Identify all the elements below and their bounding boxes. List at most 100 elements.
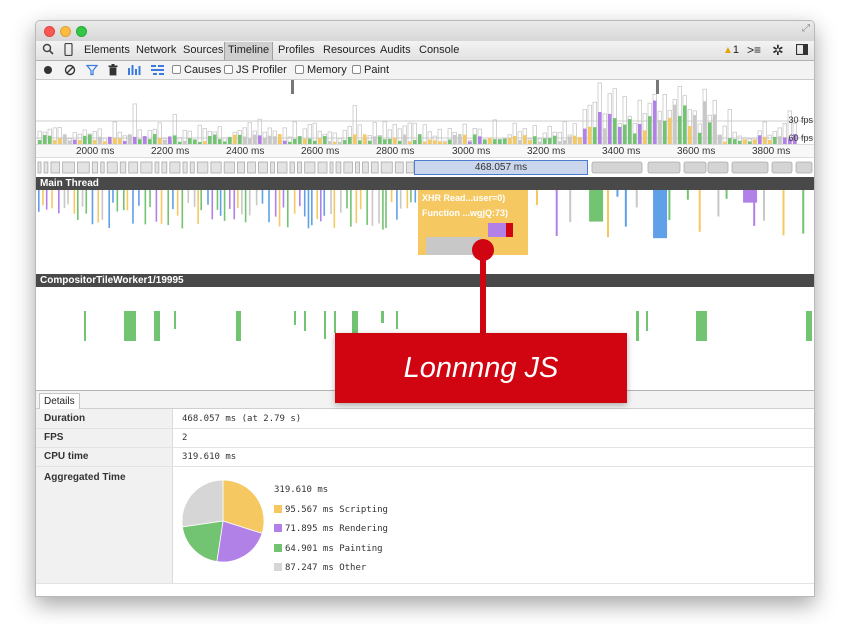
tab-timeline[interactable]: Timeline <box>224 42 274 60</box>
warning-indicator[interactable]: ▲1 <box>723 44 739 56</box>
zoom-window-button[interactable] <box>76 26 87 37</box>
main-thread-event <box>77 190 79 220</box>
main-thread-event <box>414 190 417 203</box>
worker-thread-event <box>294 311 296 325</box>
tab-audits[interactable]: Audits <box>380 44 411 56</box>
clear-icon[interactable] <box>64 64 76 79</box>
frame-box <box>297 161 303 174</box>
worker-thread-event <box>704 311 707 341</box>
main-thread-event <box>355 190 358 224</box>
frame-box <box>317 161 328 174</box>
frame-box <box>405 161 415 174</box>
tab-elements[interactable]: Elements <box>84 44 130 56</box>
main-thread-event <box>410 190 412 203</box>
flame-icon[interactable] <box>151 65 164 78</box>
tab-resources[interactable]: Resources <box>323 44 376 56</box>
ruler-tick: 2000 ms <box>76 146 115 157</box>
scripting-name: Scripting <box>339 505 388 515</box>
main-thread-header[interactable]: Main Thread <box>36 177 814 190</box>
dock-icon[interactable] <box>795 43 809 58</box>
main-thread-event <box>63 190 66 209</box>
main-thread-event <box>255 190 258 206</box>
overview-frame-fill <box>683 105 687 144</box>
worker-thread-event <box>396 311 398 329</box>
row-divider <box>36 583 814 584</box>
device-mode-icon[interactable] <box>64 42 73 59</box>
overview-frame-fill <box>618 126 622 144</box>
main-thread-event <box>782 190 785 236</box>
ruler-tick: 3200 ms <box>527 146 566 157</box>
frame-box <box>100 161 105 174</box>
main-thread-event <box>753 190 756 226</box>
bars-icon[interactable] <box>128 64 141 78</box>
duration-value: 468.057 ms (at 2.79 s) <box>182 414 302 424</box>
overview-frame-fill <box>463 134 467 144</box>
frames-strip[interactable]: 468.057 ms <box>36 159 814 177</box>
overview-frame-fill <box>658 119 662 144</box>
overview-frame-fill <box>693 115 697 144</box>
timeline-toolbar: Causes JS Profiler Memory Paint <box>36 61 814 80</box>
callout-pointer-dot <box>472 239 494 261</box>
rendering-subevent[interactable] <box>488 223 506 237</box>
main-thread-event <box>333 190 336 228</box>
paint-checkbox[interactable]: Paint <box>352 64 389 76</box>
aggregated-time-pie-chart <box>181 479 265 563</box>
fps-label: FPS <box>44 432 64 443</box>
tab-sources[interactable]: Sources <box>183 44 223 56</box>
tab-console[interactable]: Console <box>419 44 459 56</box>
causes-checkbox[interactable]: Causes <box>172 64 221 76</box>
tab-network[interactable]: Network <box>136 44 176 56</box>
tab-details[interactable]: Details <box>39 393 80 410</box>
trash-icon[interactable] <box>108 64 118 79</box>
xhr-event-label: XHR Read...user=0) <box>422 193 506 203</box>
search-icon[interactable] <box>42 43 54 58</box>
main-thread-event <box>187 190 190 203</box>
row-divider <box>36 466 814 467</box>
filter-icon[interactable] <box>85 64 99 79</box>
record-icon[interactable] <box>43 65 53 78</box>
ruler-tick: 2800 ms <box>376 146 415 157</box>
overview-frame-fill <box>63 134 67 144</box>
tab-profiles[interactable]: Profiles <box>278 44 315 56</box>
main-thread-event <box>569 190 572 223</box>
main-thread-event <box>261 190 264 204</box>
worker-thread-header[interactable]: CompositorTileWorker1/19995 <box>36 274 814 287</box>
console-drawer-icon[interactable]: >≡ <box>747 43 761 57</box>
main-thread-event <box>122 190 125 211</box>
worker-thread-event <box>324 311 326 339</box>
overview-frame-fill <box>133 136 137 144</box>
frame-box <box>276 161 288 174</box>
painting-subevent[interactable] <box>506 223 513 237</box>
overview-frame-fill <box>348 136 352 144</box>
minimize-window-button[interactable] <box>60 26 71 37</box>
function-event-label: Function ...wgjQ:73) <box>422 208 508 218</box>
frame-box <box>247 161 256 174</box>
resize-icon[interactable]: ⤢ <box>802 23 810 34</box>
timeline-overview[interactable]: 30 fps 60 fps <box>36 80 814 144</box>
ruler-tick: 3400 ms <box>602 146 641 157</box>
main-thread-event <box>211 190 214 220</box>
close-window-button[interactable] <box>44 26 55 37</box>
memory-checkbox[interactable]: Memory <box>295 64 347 76</box>
gear-icon[interactable]: ✲ <box>772 42 784 59</box>
overview-frame-fill <box>648 116 652 144</box>
worker-thread-event <box>646 311 648 331</box>
overview-selection-handle-right[interactable] <box>656 80 659 94</box>
rendering-value: 71.895 ms <box>285 524 334 534</box>
overview-frame-fill <box>258 135 262 144</box>
selected-frame[interactable]: 468.057 ms <box>414 160 588 175</box>
main-thread-event <box>278 190 281 227</box>
frame-box <box>683 161 707 174</box>
frame-box <box>771 161 793 174</box>
ruler-tick: 2200 ms <box>151 146 190 157</box>
frame-box <box>370 161 379 174</box>
main-thread-event <box>233 190 236 220</box>
overview-frame-fill <box>678 115 682 144</box>
js-profiler-checkbox[interactable]: JS Profiler <box>224 64 287 76</box>
main-thread-flame-chart[interactable]: XHR Read...user=0) Function ...wgjQ:73) <box>36 190 814 273</box>
overview-selection-handle-left[interactable] <box>291 80 294 94</box>
main-thread-event <box>181 190 184 229</box>
overview-frame-fill <box>278 134 282 144</box>
main-thread-event <box>802 190 805 234</box>
legend-rendering: 71.895 ms Rendering <box>274 524 388 534</box>
